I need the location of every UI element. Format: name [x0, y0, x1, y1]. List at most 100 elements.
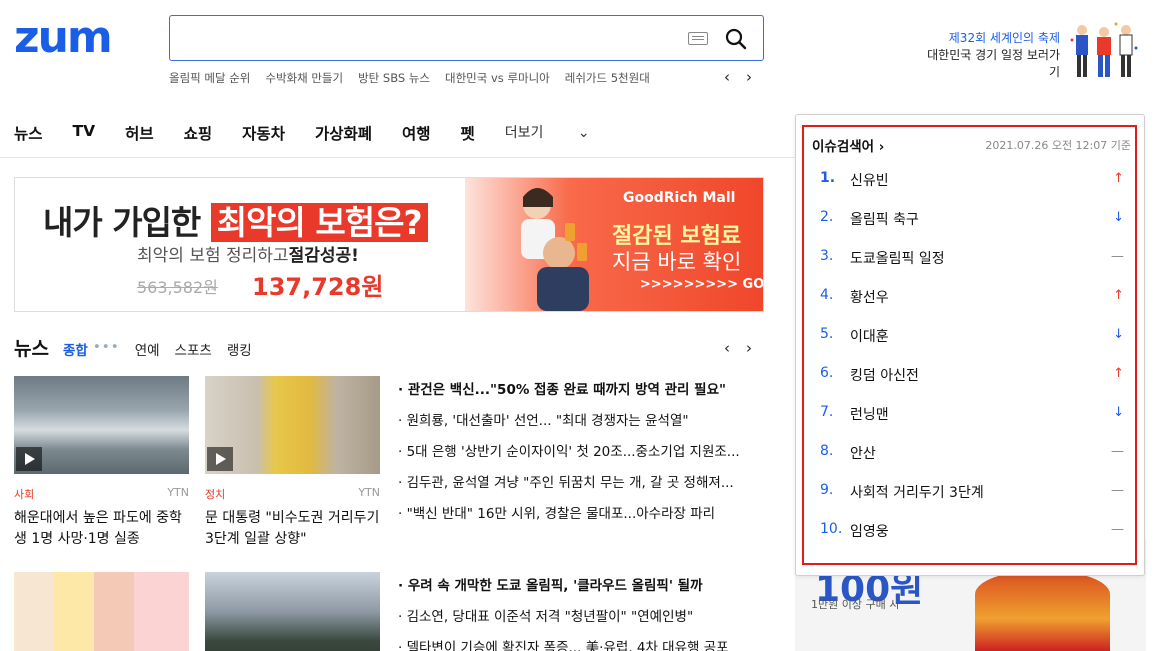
- issue-item[interactable]: 7. 런닝맨 ↓: [820, 404, 1130, 443]
- chevron-down-icon: ⌄: [577, 125, 590, 141]
- issue-title[interactable]: 이슈검색어 ›: [812, 135, 884, 155]
- news-thumbnail[interactable]: [205, 376, 380, 474]
- chevron-right-icon[interactable]: ›: [746, 68, 752, 86]
- tab-ranking[interactable]: 랭킹: [227, 339, 252, 359]
- nav-news[interactable]: 뉴스: [14, 122, 43, 144]
- issue-rank: 8.: [820, 443, 834, 459]
- promo-line1: 제32회 세계인의 축제: [948, 31, 1060, 45]
- tab-entertainment[interactable]: 연예: [135, 339, 160, 359]
- headline-item[interactable]: · 5대 은행 '상반기 순이자이익' 첫 20조...중소기업 지원조...: [398, 440, 758, 471]
- news-card[interactable]: [205, 572, 380, 651]
- issue-keyword[interactable]: 런닝맨: [850, 404, 889, 424]
- issue-keyword[interactable]: 올림픽 축구: [850, 209, 919, 229]
- issue-timestamp: 2021.07.26 오전 12:07 기준: [985, 139, 1131, 152]
- suggestion-item[interactable]: 대한민국 vs 루마니아: [445, 70, 550, 88]
- issue-keyword[interactable]: 임영웅: [850, 521, 889, 541]
- issue-item[interactable]: 3. 도쿄올림픽 일정 —: [820, 248, 1130, 287]
- zum-logo[interactable]: zum: [14, 16, 113, 60]
- search-icon[interactable]: [725, 28, 747, 50]
- ad-subline-pre: 최악의 보험 정리하고: [137, 246, 289, 266]
- nav-more-button[interactable]: 더보기 ⌄: [505, 122, 620, 144]
- issue-item[interactable]: 9. 사회적 거리두기 3단계 —: [820, 482, 1130, 521]
- headline-item[interactable]: · 우려 속 개막한 도쿄 올림픽, '클라우드 올림픽' 될까: [398, 574, 758, 605]
- chevron-right-icon[interactable]: ›: [746, 339, 752, 357]
- issue-item[interactable]: 2. 올림픽 축구 ↓: [820, 209, 1130, 248]
- trend-up-icon: ↑: [1113, 171, 1124, 186]
- news-card[interactable]: 정치 YTN 문 대통령 "비수도권 거리두기 3단계 일괄 상향": [205, 376, 380, 550]
- nav-tv[interactable]: TV: [73, 122, 96, 144]
- ad-go-button[interactable]: >>>>>>>>> GO!: [640, 277, 763, 292]
- nav-hub[interactable]: 허브: [125, 122, 154, 144]
- search-input[interactable]: [169, 15, 764, 61]
- issue-keyword[interactable]: 사회적 거리두기 3단계: [850, 482, 984, 502]
- headline-item[interactable]: · 김두관, 윤석열 겨냥 "주인 뒤꿈치 무는 개, 갈 곳 정해져...: [398, 471, 758, 502]
- news-thumbnail[interactable]: [14, 572, 189, 651]
- tab-sports[interactable]: 스포츠: [175, 339, 212, 359]
- issue-rank: 3.: [820, 248, 834, 264]
- issue-keyword[interactable]: 킹덤 아신전: [850, 365, 919, 385]
- trend-same-icon: —: [1111, 483, 1124, 498]
- nav-crypto[interactable]: 가상화폐: [315, 122, 372, 144]
- card-category[interactable]: 사회: [14, 486, 34, 502]
- ad-new-price: 137,728원: [252, 273, 384, 301]
- issue-rank: 2.: [820, 209, 834, 225]
- olympics-promo[interactable]: 제32회 세계인의 축제 대한민국 경기 일정 보러가기: [920, 30, 1060, 81]
- tab-general[interactable]: 종합: [63, 339, 88, 359]
- issue-keyword[interactable]: 신유빈: [850, 170, 889, 190]
- issue-keyword[interactable]: 안산: [850, 443, 876, 463]
- card-title[interactable]: 해운대에서 높은 파도에 중학생 1명 사망·1명 실종: [14, 508, 189, 550]
- issue-item[interactable]: 1. 신유빈 ↑: [820, 170, 1130, 209]
- news-title[interactable]: 뉴스: [14, 334, 49, 361]
- main-nav: 뉴스 TV 허브 쇼핑 자동차 가상화폐 여행 펫 더보기 ⌄: [14, 122, 650, 144]
- card-title[interactable]: 문 대통령 "비수도권 거리두기 3단계 일괄 상향": [205, 508, 380, 550]
- search-suggestions: 올림픽 메달 순위 수박화채 만들기 방탄 SBS 뉴스 대한민국 vs 루마니…: [169, 70, 650, 88]
- suggestion-item[interactable]: 올림픽 메달 순위: [169, 70, 250, 88]
- card-meta: 사회 YTN: [14, 486, 189, 502]
- headline-item[interactable]: · 관건은 백신..."50% 접종 완료 때까지 방역 관리 필요": [398, 378, 758, 409]
- nav-travel[interactable]: 여행: [402, 122, 431, 144]
- news-card[interactable]: [14, 572, 189, 651]
- nav-car[interactable]: 자동차: [242, 122, 285, 144]
- issue-keywords-highlight: 이슈검색어 › 2021.07.26 오전 12:07 기준 1. 신유빈 ↑ 2.…: [802, 125, 1137, 565]
- ad-subline-bold: 절감성공!: [288, 246, 359, 266]
- keyboard-icon[interactable]: [688, 32, 708, 45]
- promo-line2: 대한민국 경기 일정 보러가기: [927, 48, 1060, 79]
- card-category[interactable]: 정치: [205, 486, 225, 502]
- issue-keywords-panel: 이슈검색어 › 2021.07.26 오전 12:07 기준 1. 신유빈 ↑ 2.…: [795, 114, 1145, 576]
- news-thumbnail[interactable]: [14, 376, 189, 474]
- issue-rank: 1.: [820, 170, 836, 186]
- nav-pet[interactable]: 펫: [461, 122, 475, 144]
- news-thumbnail[interactable]: [205, 572, 380, 651]
- issue-item[interactable]: 5. 이대훈 ↓: [820, 326, 1130, 365]
- headline-item[interactable]: · "백신 반대" 16만 시위, 경찰은 물대포...아수라장 파리: [398, 502, 758, 533]
- issue-item[interactable]: 4. 황선우 ↑: [820, 287, 1130, 326]
- issue-keyword[interactable]: 이대훈: [850, 326, 889, 346]
- chevron-left-icon[interactable]: ‹: [724, 339, 730, 357]
- play-icon[interactable]: [16, 447, 42, 471]
- news-card[interactable]: 사회 YTN 해운대에서 높은 파도에 중학생 1명 사망·1명 실종: [14, 376, 189, 550]
- suggestion-item[interactable]: 레쉬가드 5천원대: [565, 70, 650, 88]
- insurance-banner-ad[interactable]: 내가 가입한 최악의 보험은? 최악의 보험 정리하고절감성공! 563,582…: [14, 177, 764, 312]
- nav-shopping[interactable]: 쇼핑: [184, 122, 213, 144]
- headline-item[interactable]: · 김소연, 당대표 이준석 저격 "청년팔이" "연예인병": [398, 605, 758, 636]
- suggestion-item[interactable]: 방탄 SBS 뉴스: [358, 70, 430, 88]
- issue-item[interactable]: 8. 안산 —: [820, 443, 1130, 482]
- issue-item[interactable]: 10. 임영웅 —: [820, 521, 1130, 560]
- issue-item[interactable]: 6. 킹덤 아신전 ↑: [820, 365, 1130, 404]
- issue-keyword[interactable]: 도쿄올림픽 일정: [850, 248, 945, 268]
- athletes-illustration-icon[interactable]: [1068, 20, 1140, 82]
- chevron-left-icon[interactable]: ‹: [724, 68, 730, 86]
- headline-item[interactable]: · 델타변이 기승에 확진자 폭증... 美·유럽, 4차 대유행 공포: [398, 636, 758, 651]
- suggestion-item[interactable]: 수박화채 만들기: [265, 70, 343, 88]
- ad-headline: 내가 가입한 최악의 보험은?: [43, 196, 428, 244]
- issue-rank: 9.: [820, 482, 834, 498]
- issue-keyword[interactable]: 황선우: [850, 287, 889, 307]
- play-icon[interactable]: [207, 447, 233, 471]
- headline-item[interactable]: · 원희룡, '대선출마' 선언... "최대 경쟁자는 윤석열": [398, 409, 758, 440]
- issue-rank: 4.: [820, 287, 834, 303]
- card-meta: 정치 YTN: [205, 486, 380, 502]
- trend-up-icon: ↑: [1113, 288, 1124, 303]
- tab-dots-icon: •••: [92, 339, 120, 355]
- headline-list: · 관건은 백신..."50% 접종 완료 때까지 방역 관리 필요" · 원희…: [398, 378, 758, 533]
- nav-more-label: 더보기: [504, 125, 544, 141]
